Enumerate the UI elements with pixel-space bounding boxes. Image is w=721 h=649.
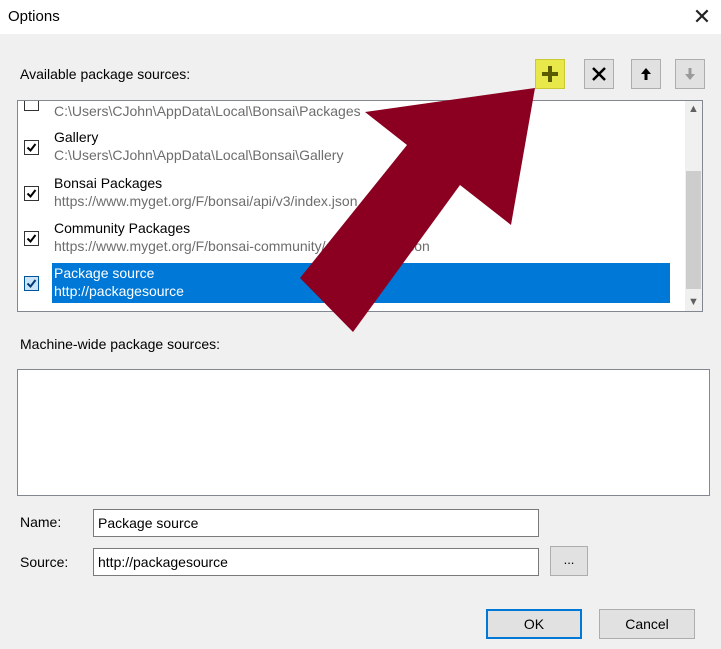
scrollbar-thumb[interactable] xyxy=(686,171,701,289)
move-down-button[interactable] xyxy=(675,59,705,89)
source-name: Bonsai Packages xyxy=(54,175,163,191)
ok-button[interactable]: OK xyxy=(486,609,582,639)
list-item[interactable]: Community Packages https://www.myget.org… xyxy=(18,218,668,258)
plus-icon xyxy=(542,66,558,82)
list-item[interactable]: Bonsai Packages https://www.myget.org/F/… xyxy=(18,173,668,213)
checkbox[interactable] xyxy=(24,231,39,246)
title-bar: Options ✕ xyxy=(0,0,721,34)
list-item[interactable]: Gallery C:\Users\CJohn\AppData\Local\Bon… xyxy=(18,127,668,167)
arrow-up-icon xyxy=(641,68,651,80)
list-item-selected[interactable]: Package source http://packagesource xyxy=(18,263,670,303)
name-input[interactable]: Package source xyxy=(93,509,539,537)
available-sources-list[interactable]: C:\Users\CJohn\AppData\Local\Bonsai\Pack… xyxy=(17,100,703,312)
browse-button[interactable]: ... xyxy=(550,546,588,576)
checkbox[interactable] xyxy=(24,276,39,291)
source-path: http://packagesource xyxy=(54,283,184,299)
source-input[interactable]: http://packagesource xyxy=(93,548,539,576)
source-name: Gallery xyxy=(54,129,99,145)
window-title: Options xyxy=(8,8,60,25)
checkbox[interactable] xyxy=(24,186,39,201)
vertical-scrollbar[interactable]: ▲ ▼ xyxy=(685,101,702,311)
check-icon xyxy=(26,234,37,244)
remove-source-button[interactable] xyxy=(584,59,614,89)
x-icon xyxy=(592,67,606,81)
move-up-button[interactable] xyxy=(631,59,661,89)
machine-sources-label: Machine-wide package sources: xyxy=(20,336,220,352)
check-icon xyxy=(26,279,37,289)
list-item[interactable]: C:\Users\CJohn\AppData\Local\Bonsai\Pack… xyxy=(18,101,668,123)
checkbox[interactable] xyxy=(24,101,39,111)
source-name: Package source xyxy=(54,265,155,281)
source-path: C:\Users\CJohn\AppData\Local\Bonsai\Gall… xyxy=(54,147,344,163)
checkbox[interactable] xyxy=(24,140,39,155)
check-icon xyxy=(26,143,37,153)
machine-sources-list[interactable] xyxy=(17,369,710,496)
source-path: https://www.myget.org/F/bonsai/api/v3/in… xyxy=(54,193,358,209)
add-source-button[interactable] xyxy=(535,59,565,89)
cancel-button[interactable]: Cancel xyxy=(599,609,695,639)
name-label: Name: xyxy=(20,514,62,530)
source-name: Community Packages xyxy=(54,220,191,236)
available-sources-label: Available package sources: xyxy=(20,66,191,82)
source-label: Source: xyxy=(20,554,69,570)
check-icon xyxy=(26,189,37,199)
source-path: https://www.myget.org/F/bonsai-community… xyxy=(54,238,430,254)
source-path: C:\Users\CJohn\AppData\Local\Bonsai\Pack… xyxy=(54,103,361,119)
arrow-down-icon xyxy=(685,68,695,80)
close-icon[interactable]: ✕ xyxy=(689,3,715,31)
chevron-up-icon[interactable]: ▲ xyxy=(685,101,702,118)
chevron-down-icon[interactable]: ▼ xyxy=(685,294,702,311)
